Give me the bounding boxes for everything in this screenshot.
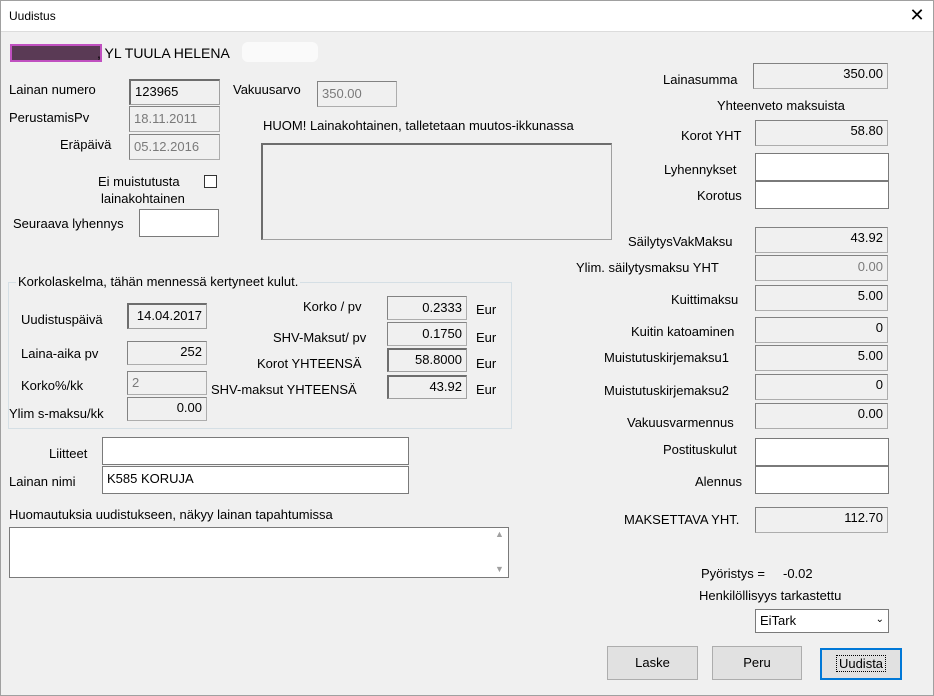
interest-yht-label: Korot YHT: [681, 128, 742, 143]
increase-field[interactable]: [755, 181, 889, 209]
receipt-lost-label: Kuitin katoaminen: [631, 324, 735, 339]
customer-name: , YL TUULA HELENA: [97, 45, 230, 61]
repayments-field[interactable]: [755, 153, 889, 181]
remarks-scrollbar[interactable]: ▲ ▼: [491, 528, 508, 577]
summary-heading: Yhteenveto maksuista: [717, 98, 845, 113]
postage-label: Postituskulut: [663, 442, 737, 457]
discount-label: Alennus: [695, 474, 742, 489]
founded-label: PerustamisPv: [9, 110, 90, 125]
payable-field: 112.70: [755, 507, 888, 533]
receipt-field: 5.00: [755, 285, 888, 311]
interest-group-title: Korkolaskelma, tähän mennessä kertyneet …: [16, 274, 301, 289]
calculate-button-label: Laske: [635, 655, 670, 670]
postage-field[interactable]: [755, 438, 889, 466]
repayments-label: Lyhennykset: [664, 162, 737, 177]
redacted-blob: [242, 42, 318, 62]
unit-eur-3: Eur: [476, 356, 497, 371]
shv-day-field: 0.1750: [387, 322, 467, 346]
interest-total-label: Korot YHTEENSÄ: [257, 356, 362, 371]
payable-label: MAKSETTAVA YHT.: [624, 512, 740, 527]
interest-total-field[interactable]: 58.8000: [387, 348, 467, 372]
reminder1-label: Muistutuskirjemaksu1: [604, 350, 729, 365]
extra-fee-field: 0.00: [127, 397, 207, 421]
loan-sum-field: 350.00: [753, 63, 888, 89]
no-reminder-label-1: Ei muistutusta: [98, 174, 180, 189]
extra-fee-label: Ylim s-maksu/kk: [9, 406, 104, 421]
reminder1-field: 5.00: [755, 345, 888, 371]
extra-storage-label: Ylim. säilytysmaksu YHT: [576, 260, 719, 275]
loan-number-label: Lainan numero: [9, 82, 96, 97]
next-payment-label: Seuraava lyhennys: [13, 216, 124, 231]
founded-field: 18.11.2011: [129, 106, 220, 132]
receipt-lost-field: 0: [755, 317, 888, 343]
renewal-date-label: Uudistuspäivä: [21, 312, 103, 327]
identity-select-value: EiTark: [760, 613, 797, 628]
rounding-label: Pyöristys =: [701, 566, 765, 581]
scroll-up-icon[interactable]: ▲: [495, 529, 504, 539]
cancel-button[interactable]: Peru: [712, 646, 802, 680]
note-textarea[interactable]: [261, 143, 612, 240]
identity-select[interactable]: EiTark ⌄: [755, 609, 889, 633]
interest-yht-field: 58.80: [755, 120, 888, 146]
interest-day-label: Korko / pv: [303, 299, 362, 314]
receipt-label: Kuittimaksu: [671, 292, 739, 307]
due-date-label: Eräpäivä: [60, 137, 112, 152]
loan-name-field[interactable]: K585 KORUJA: [102, 466, 409, 494]
loan-name-label: Lainan nimi: [9, 474, 76, 489]
no-reminder-label-2: lainakohtainen: [101, 191, 185, 206]
rate-label: Korko%/kk: [21, 378, 84, 393]
interest-day-field: 0.2333: [387, 296, 467, 320]
remarks-textarea[interactable]: [9, 527, 509, 578]
storage-field: 43.92: [755, 227, 888, 253]
loan-days-field: 252: [127, 341, 207, 365]
remarks-label: Huomautuksia uudistukseen, näkyy lainan …: [9, 507, 333, 522]
rounding-value: -0.02: [783, 566, 813, 581]
collateral-label: Vakuusarvo: [233, 82, 301, 97]
verification-field: 0.00: [755, 403, 888, 429]
unit-eur-1: Eur: [476, 302, 497, 317]
unit-eur-4: Eur: [476, 382, 497, 397]
redacted-name: [10, 44, 102, 62]
attachments-label: Liitteet: [49, 446, 88, 461]
shv-total-field[interactable]: 43.92: [387, 375, 467, 399]
renewal-date-field[interactable]: 14.04.2017: [127, 303, 207, 329]
discount-field[interactable]: [755, 466, 889, 494]
extra-storage-field: 0.00: [755, 255, 888, 281]
loan-number-field[interactable]: 123965: [129, 79, 220, 105]
rate-field: 2: [127, 371, 207, 395]
chevron-down-icon: ⌄: [875, 614, 884, 625]
calculate-button[interactable]: Laske: [607, 646, 698, 680]
increase-label: Korotus: [697, 188, 742, 203]
storage-label: SäilytysVakMaksu: [628, 234, 733, 249]
renew-button[interactable]: Uudista: [820, 648, 902, 680]
reminder2-field: 0: [755, 374, 888, 400]
renew-button-label: Uudista: [835, 655, 887, 672]
collateral-field: 350.00: [317, 81, 397, 107]
loan-sum-label: Lainasumma: [663, 72, 738, 87]
reminder2-label: Muistutuskirjemaksu2: [604, 383, 729, 398]
close-icon[interactable]: ✕: [900, 0, 934, 31]
no-reminder-checkbox[interactable]: [204, 175, 217, 188]
verification-label: Vakuusvarmennus: [627, 415, 734, 430]
shv-day-label: SHV-Maksut/ pv: [273, 330, 367, 345]
unit-eur-2: Eur: [476, 330, 497, 345]
attachments-field[interactable]: [102, 437, 409, 465]
scroll-down-icon[interactable]: ▼: [495, 564, 504, 574]
window-title: Uudistus: [9, 9, 56, 23]
due-date-field: 05.12.2016: [129, 134, 220, 160]
loan-days-label: Laina-aika pv: [21, 346, 99, 361]
title-bar: Uudistus ✕: [0, 0, 934, 32]
identity-label: Henkilöllisyys tarkastettu: [699, 588, 842, 603]
cancel-button-label: Peru: [743, 655, 771, 670]
shv-total-label: SHV-maksut YHTEENSÄ: [211, 382, 357, 397]
note-label: HUOM! Lainakohtainen, talletetaan muutos…: [263, 118, 574, 133]
next-payment-field[interactable]: [139, 209, 219, 237]
